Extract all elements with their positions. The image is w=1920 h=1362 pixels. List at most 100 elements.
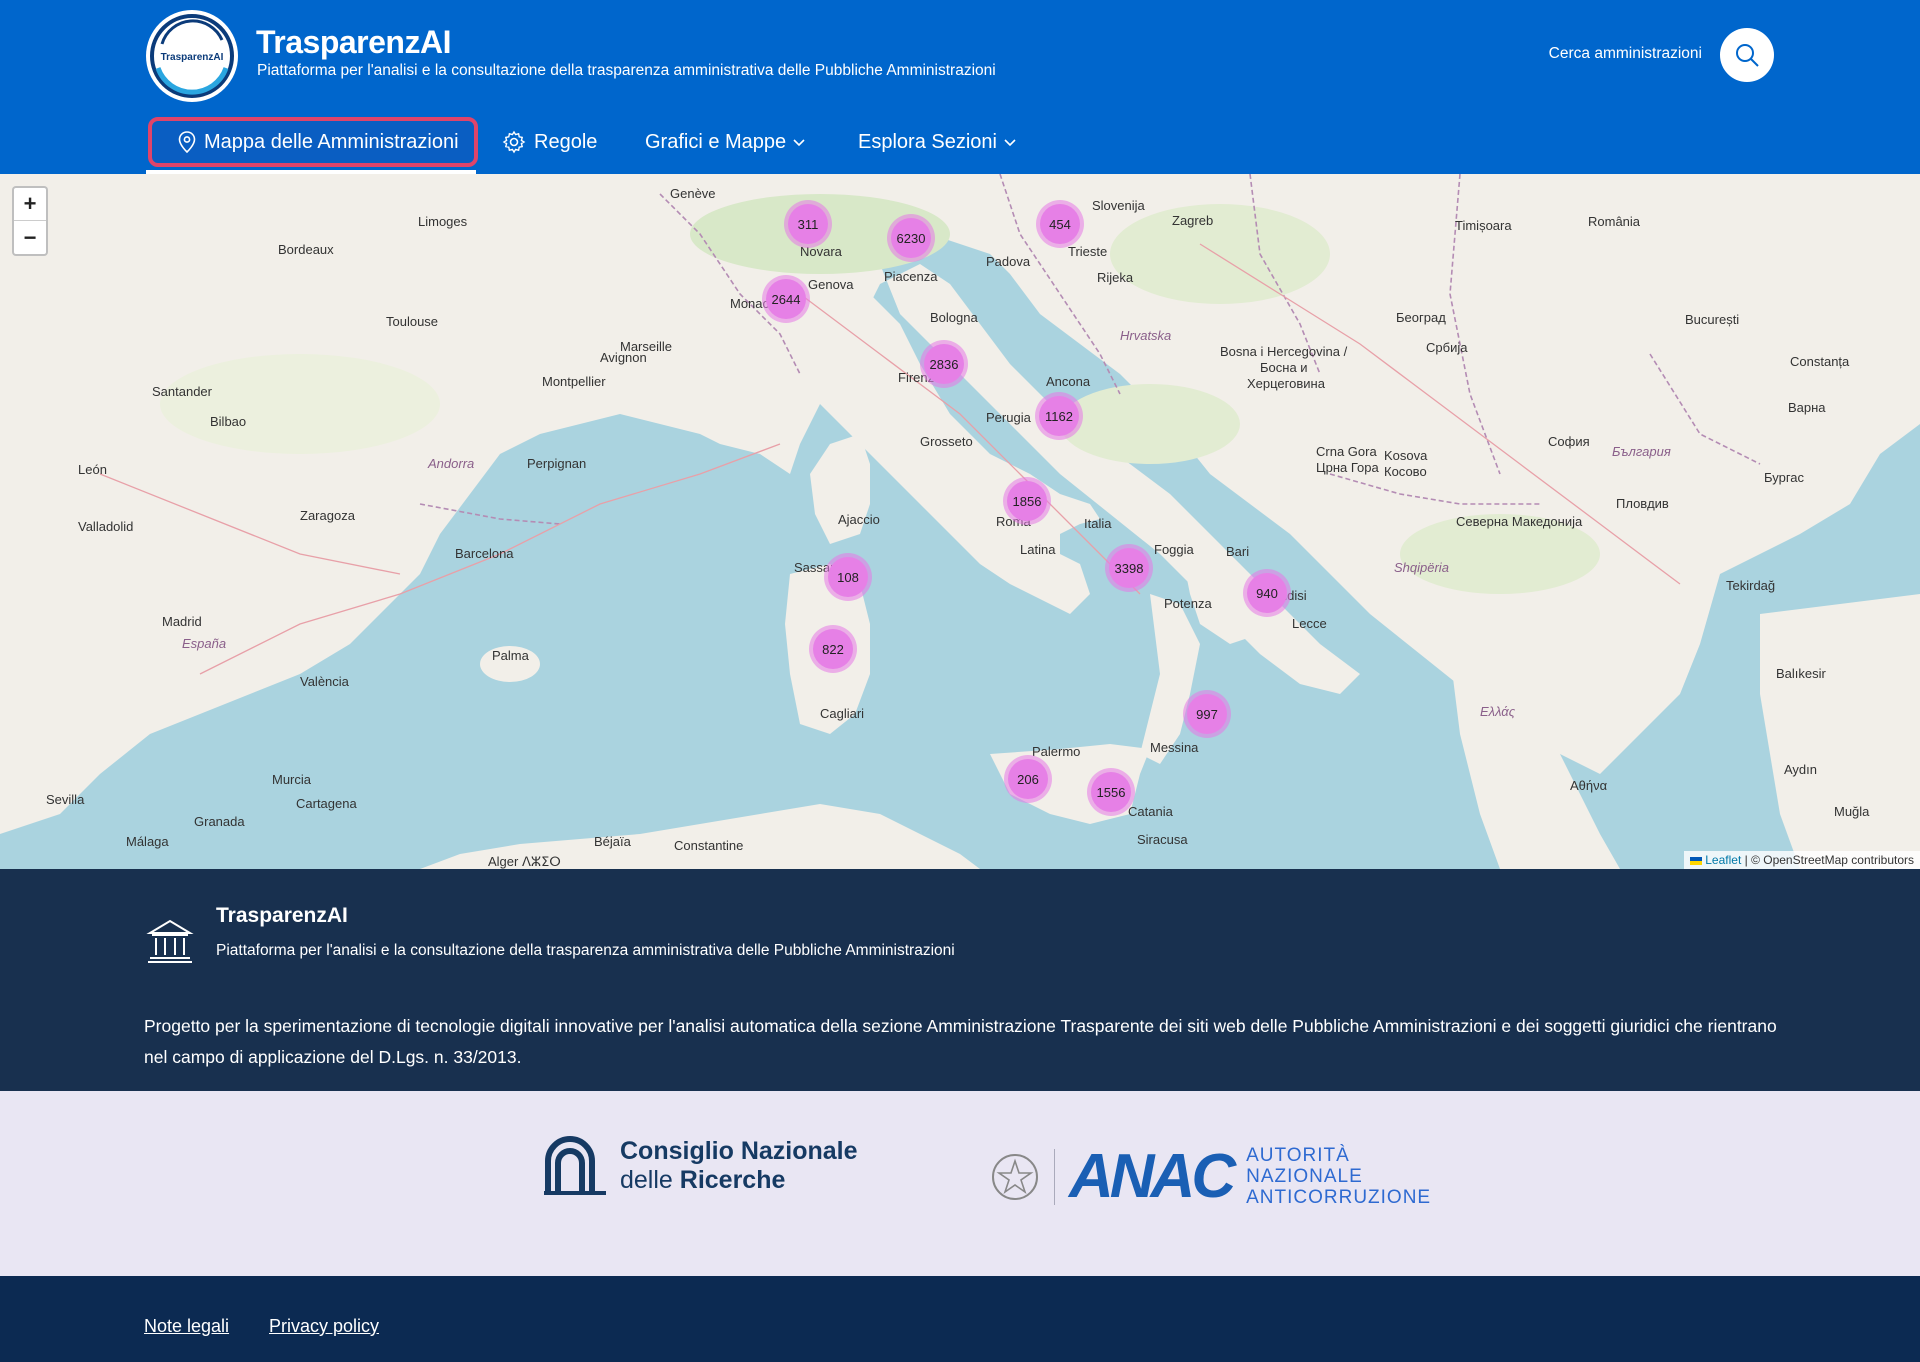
- map-label: Palermo: [1032, 744, 1081, 759]
- anac-line1: AUTORITÀ: [1246, 1145, 1350, 1166]
- map-label: București: [1685, 312, 1740, 327]
- map-label: Constantine: [674, 838, 744, 853]
- cluster-count: 2644: [766, 279, 806, 319]
- map-label: León: [78, 462, 107, 477]
- nav-label-grafici: Grafici e Mappe: [645, 130, 787, 153]
- map-label: Bordeaux: [278, 242, 334, 257]
- map-cluster-marker[interactable]: 940: [1243, 569, 1291, 617]
- nav-item-grafici[interactable]: Grafici e Mappe: [645, 114, 806, 170]
- administrations-map[interactable]: + − Slovenija Zagreb Hrvatska Bosna i He…: [0, 174, 1920, 869]
- cluster-count: 6230: [891, 218, 931, 258]
- map-label: Piacenza: [884, 269, 938, 284]
- map-cluster-marker[interactable]: 1556: [1087, 768, 1135, 816]
- map-cluster-marker[interactable]: 206: [1004, 755, 1052, 803]
- cluster-count: 206: [1008, 759, 1048, 799]
- map-label: Варна: [1788, 400, 1826, 415]
- map-label: Palma: [492, 648, 529, 663]
- map-pin-icon: [178, 131, 196, 153]
- map-label: Barcelona: [455, 546, 514, 561]
- cnr-logo[interactable]: Consiglio Nazionale delle Ricerche: [540, 1131, 858, 1201]
- zoom-out-button[interactable]: −: [14, 221, 46, 254]
- map-label: Shqipëria: [1394, 560, 1449, 575]
- map-label: Timișoara: [1455, 218, 1512, 233]
- map-label: Italia: [1084, 516, 1112, 531]
- chevron-down-icon: [1004, 139, 1016, 147]
- map-label: Valladolid: [78, 519, 134, 534]
- map-cluster-marker[interactable]: 454: [1036, 200, 1084, 248]
- footer-description: Progetto per la sperimentazione di tecno…: [144, 1016, 1777, 1067]
- zoom-in-button[interactable]: +: [14, 188, 46, 221]
- site-title[interactable]: TrasparenzAI: [256, 24, 451, 61]
- map-label: România: [1588, 214, 1641, 229]
- logo-text: TrasparenzAI: [161, 52, 224, 63]
- cluster-count: 108: [828, 557, 868, 597]
- map-cluster-marker[interactable]: 6230: [887, 214, 935, 262]
- map-label: Genova: [808, 277, 854, 292]
- cluster-count: 2836: [924, 344, 964, 384]
- map-label: Бургас: [1764, 470, 1805, 485]
- map-cluster-marker[interactable]: 108: [824, 553, 872, 601]
- map-label: Hrvatska: [1120, 328, 1172, 343]
- map-label: Ajaccio: [838, 512, 880, 527]
- map-label: Slovenija: [1092, 198, 1145, 213]
- nav-item-regole[interactable]: Regole: [502, 114, 597, 170]
- footer-subtitle: Piattaforma per l'analisi e la consultaz…: [216, 942, 955, 959]
- map-label: Constanța: [1790, 354, 1850, 369]
- anac-line3: ANTICORRUZIONE: [1246, 1187, 1432, 1208]
- map-label: Padova: [986, 254, 1031, 269]
- map-cluster-marker[interactable]: 822: [809, 625, 857, 673]
- map-label: Tekirdağ: [1726, 578, 1776, 593]
- search-icon: [1736, 44, 1759, 67]
- privacy-policy-link[interactable]: Privacy policy: [269, 1316, 379, 1337]
- cluster-count: 822: [813, 629, 853, 669]
- cluster-count: 1162: [1039, 396, 1079, 436]
- nav-label-esplora: Esplora Sezioni: [858, 130, 997, 153]
- map-cluster-marker[interactable]: 1162: [1035, 392, 1083, 440]
- chevron-down-icon: [793, 139, 805, 147]
- map-cluster-marker[interactable]: 2644: [762, 275, 810, 323]
- map-label: Београд: [1396, 310, 1446, 325]
- bottom-bar: Note legali Privacy policy: [0, 1276, 1920, 1362]
- map-label: Ελλάς: [1480, 704, 1516, 719]
- map-label: Avignon: [600, 350, 647, 365]
- map-label: Crna Gora: [1316, 444, 1377, 459]
- institution-icon: [146, 919, 194, 963]
- map-label: Latina: [1020, 542, 1056, 557]
- legal-notes-link[interactable]: Note legali: [144, 1316, 229, 1337]
- map-label: Rijeka: [1097, 270, 1134, 285]
- map-label: Zagreb: [1172, 213, 1214, 228]
- site-logo[interactable]: TrasparenzAI: [146, 10, 238, 102]
- cluster-count: 1556: [1091, 772, 1131, 812]
- map-base-tiles: [0, 174, 1920, 869]
- map-label: Пловдив: [1616, 496, 1669, 511]
- footer-title: TrasparenzAI: [216, 904, 348, 927]
- map-label: Béjaïa: [594, 834, 631, 849]
- map-label: Aydın: [1784, 762, 1818, 777]
- map-label: Lecce: [1292, 616, 1327, 631]
- map-label: Toulouse: [386, 314, 439, 329]
- nav-item-esplora[interactable]: Esplora Sezioni: [858, 114, 1017, 170]
- map-label: Limoges: [418, 214, 468, 229]
- cluster-count: 940: [1247, 573, 1287, 613]
- map-label: Bosna i Hercegovina /: [1220, 344, 1348, 359]
- cnr-line1: Consiglio Nazionale: [620, 1137, 858, 1165]
- map-attribution: Leaflet | © OpenStreetMap contributors: [1683, 851, 1920, 869]
- map-cluster-marker[interactable]: 997: [1183, 690, 1231, 738]
- map-label: València: [300, 674, 349, 689]
- map-cluster-marker[interactable]: 311: [784, 200, 832, 248]
- map-cluster-marker[interactable]: 3398: [1105, 544, 1153, 592]
- map-cluster-marker[interactable]: 2836: [920, 340, 968, 388]
- map-cluster-marker[interactable]: 1856: [1003, 477, 1051, 525]
- search-button[interactable]: [1720, 28, 1774, 82]
- nav-item-mappa[interactable]: Mappa delle Amministrazioni: [146, 114, 476, 174]
- map-label: България: [1612, 444, 1671, 459]
- map-label: Αθήνα: [1570, 778, 1608, 793]
- leaflet-link[interactable]: Leaflet: [1705, 853, 1741, 867]
- italian-emblem-icon: [992, 1153, 1038, 1200]
- anac-logo[interactable]: ANAC AUTORITÀ NAZIONALE ANTICORRUZIONE: [990, 1141, 1431, 1212]
- map-label: Србија: [1426, 340, 1468, 355]
- map-label: Foggia: [1154, 542, 1194, 557]
- map-label: Santander: [152, 384, 212, 399]
- map-label: Catania: [1128, 804, 1173, 819]
- map-label: Genève: [670, 186, 716, 201]
